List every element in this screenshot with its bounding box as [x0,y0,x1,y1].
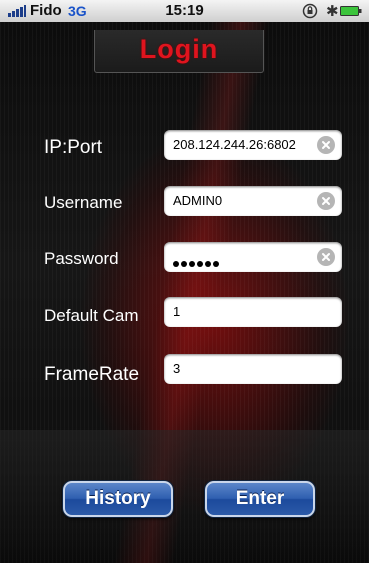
page-title: Login [139,34,219,64]
clear-icon[interactable] [317,192,335,210]
framerate-label: FrameRate [44,364,140,385]
ip-port-value: 208.124.244.26:6802 [173,137,296,152]
login-screen: Fido 3G 15:19 ✱ Login IP:Port 208.124.24… [0,0,369,563]
username-field[interactable]: ADMIN0 [164,186,342,216]
framerate-field[interactable]: 3 [164,354,342,384]
orientation-lock-icon [302,3,318,19]
framerate-value: 3 [173,361,181,376]
title-panel: Login [94,30,264,73]
default-cam-field[interactable]: 1 [164,297,342,327]
bluetooth-icon: ✱ [326,3,339,20]
default-cam-label: Default Cam [44,306,139,325]
ip-port-field[interactable]: 208.124.244.26:6802 [164,130,342,160]
clear-icon[interactable] [317,136,335,154]
enter-button[interactable]: Enter [205,481,315,517]
username-label: Username [44,193,123,212]
default-cam-value: 1 [173,304,181,319]
password-mask [173,254,221,272]
password-field[interactable] [164,242,342,272]
clear-icon[interactable] [317,248,335,266]
password-label: Password [44,249,119,268]
battery-icon [340,6,362,16]
username-value: ADMIN0 [173,193,223,208]
history-button[interactable]: History [63,481,173,517]
status-bar: Fido 3G 15:19 ✱ [0,0,369,23]
ip-port-label: IP:Port [44,137,103,158]
